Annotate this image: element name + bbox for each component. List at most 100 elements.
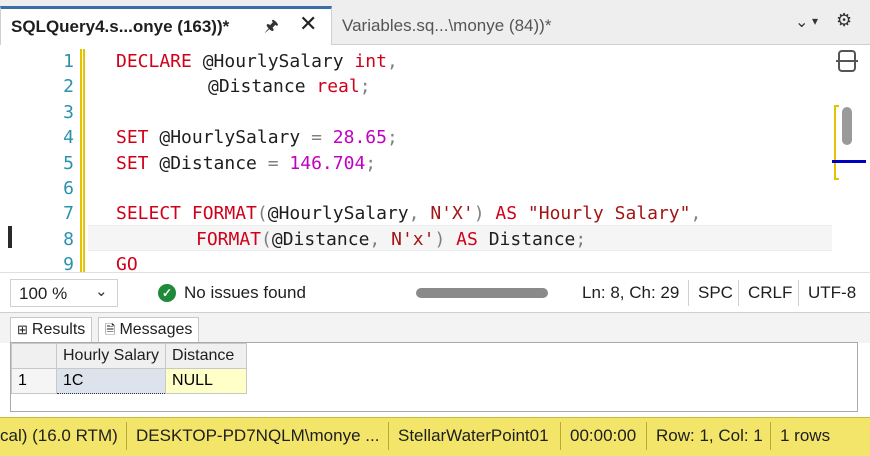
status-divider: [126, 422, 127, 450]
scroll-thumb[interactable]: [842, 107, 852, 145]
cell-distance[interactable]: NULL: [165, 368, 248, 394]
tab-messages[interactable]: 🗎 Messages: [98, 317, 200, 343]
status-divider: [646, 422, 647, 450]
variable: @Distance: [208, 76, 317, 98]
grid-header-row: Hourly Salary Distance: [11, 343, 248, 369]
code-line-1[interactable]: DECLARE @HourlySalary int,: [116, 49, 701, 74]
line-number: 2: [63, 76, 74, 98]
issues-status[interactable]: No issues found: [184, 283, 306, 303]
pin-icon[interactable]: 🖈: [264, 15, 279, 42]
line-number: 1: [63, 51, 74, 72]
punctuation: ): [473, 203, 485, 225]
results-grid[interactable]: Hourly Salary Distance 1 1C NULL: [11, 343, 248, 394]
variable: @Distance: [148, 152, 268, 174]
encoding[interactable]: UTF-8: [808, 283, 856, 303]
variable: @HourlySalary: [148, 127, 312, 149]
connection-user: DESKTOP-PD7NQLM\monye ...: [136, 426, 380, 445]
variable: @HourlySalary: [191, 51, 355, 72]
number: 146.704: [289, 152, 366, 174]
close-icon[interactable]: ✕: [299, 11, 317, 37]
tab-title: Variables.sq...\monye (84))*: [342, 16, 552, 35]
string: N'X': [430, 203, 474, 225]
punctuation: ,: [408, 203, 420, 225]
code-line-8[interactable]: FORMAT(@Distance, N'x') AS Distance;: [116, 227, 701, 252]
scroll-change-map: [834, 105, 839, 180]
chevron-down-icon-secondary[interactable]: ▾: [812, 14, 818, 28]
keyword: SET: [116, 152, 149, 174]
alias: Distance: [488, 228, 576, 250]
status-divider: [770, 422, 771, 450]
line-number: 7: [63, 203, 74, 225]
status-divider: [738, 280, 739, 306]
tab-results[interactable]: ⊞ Results: [10, 317, 93, 343]
document-tab-bar: SQLQuery4.s...onye (163))* 🖈 ✕ Variables…: [0, 0, 870, 46]
type: real: [316, 76, 360, 98]
punctuation: ;: [386, 127, 398, 149]
tab-variables[interactable]: Variables.sq...\monye (84))*: [342, 16, 551, 36]
column-header-distance[interactable]: Distance: [165, 343, 248, 369]
punctuation: ;: [365, 152, 377, 174]
chevron-down-icon[interactable]: ⌄: [795, 12, 808, 32]
messages-icon: 🗎: [105, 322, 116, 337]
status-divider: [560, 422, 561, 450]
results-tab-strip: ⊞ Results 🗎 Messages: [0, 312, 870, 343]
current-line-marker: [8, 226, 12, 248]
cell-hourly-salary[interactable]: 1C: [55, 368, 167, 394]
keyword: AS: [495, 203, 518, 225]
cursor-position[interactable]: Ln: 8, Ch: 29: [582, 283, 679, 303]
editor-vertical-scrollbar[interactable]: [832, 45, 870, 272]
line-number-gutter: 1 2 3 4 5 6 7 8 9: [30, 49, 74, 278]
whitespace-mode[interactable]: SPC: [698, 283, 733, 303]
number: 28.65: [332, 127, 387, 149]
line-number: 4: [63, 127, 74, 149]
type: int: [354, 51, 387, 72]
code-line-7[interactable]: SELECT FORMAT(@HourlySalary, N'X') AS "H…: [116, 201, 701, 226]
database-name: StellarWaterPoint01: [398, 426, 549, 445]
tab-label: Messages: [119, 321, 193, 338]
editor-status-bar: 100 % ⌄ ✓ No issues found Ln: 8, Ch: 29 …: [0, 272, 870, 313]
variable: @Distance: [271, 228, 370, 250]
tab-title: SQLQuery4.s...onye (163))*: [11, 17, 230, 36]
column-header-hourly-salary[interactable]: Hourly Salary: [55, 343, 167, 369]
punctuation: ,: [386, 51, 398, 72]
scroll-caret-marker: [832, 160, 866, 163]
keyword: DECLARE: [116, 51, 192, 72]
line-number: 3: [63, 101, 74, 123]
punctuation: ;: [359, 76, 371, 98]
line-ending[interactable]: CRLF: [748, 283, 792, 303]
code-line-2[interactable]: @Distance real;: [116, 74, 701, 99]
punctuation: (: [256, 203, 268, 225]
grid-position: Row: 1, Col: 1: [656, 426, 763, 445]
variable: @HourlySalary: [267, 203, 409, 225]
split-editor-icon[interactable]: [836, 50, 858, 72]
operator: =: [311, 127, 322, 149]
alias: "Hourly Salary": [527, 203, 691, 225]
code-line-4[interactable]: SET @HourlySalary = 28.65;: [116, 125, 701, 150]
zoom-value: 100 %: [19, 284, 68, 303]
punctuation: (: [261, 228, 272, 250]
query-editor[interactable]: 1 2 3 4 5 6 7 8 9 DECLARE @HourlySalary …: [0, 45, 870, 275]
keyword: AS: [456, 228, 478, 250]
zoom-select[interactable]: 100 % ⌄: [10, 279, 118, 307]
table-row[interactable]: 1 1C NULL: [11, 368, 248, 394]
code-line-5[interactable]: SET @Distance = 146.704;: [116, 151, 701, 176]
code-line-3[interactable]: [116, 100, 701, 125]
gear-icon[interactable]: ⚙: [836, 10, 852, 31]
punctuation: ): [434, 228, 446, 250]
punctuation: ;: [575, 228, 587, 250]
server-version: cal) (16.0 RTM): [0, 426, 118, 445]
line-number: 6: [63, 177, 74, 199]
grid-icon: ⊞: [17, 322, 28, 337]
row-number[interactable]: 1: [11, 368, 57, 394]
line-number: 8: [63, 228, 74, 250]
tab-label: Results: [31, 321, 86, 338]
horizontal-scroll-thumb[interactable]: [416, 288, 548, 298]
code-lines[interactable]: DECLARE @HourlySalary int, @Distance rea…: [116, 49, 701, 278]
string: N'x': [391, 228, 435, 250]
function: FORMAT: [196, 228, 262, 250]
punctuation: ,: [369, 228, 381, 250]
tab-sqlquery4[interactable]: SQLQuery4.s...onye (163))* 🖈 ✕: [0, 6, 332, 46]
results-grid-area[interactable]: Hourly Salary Distance 1 1C NULL: [10, 342, 858, 412]
row-header-corner[interactable]: [11, 343, 57, 369]
code-line-6[interactable]: [116, 176, 701, 201]
